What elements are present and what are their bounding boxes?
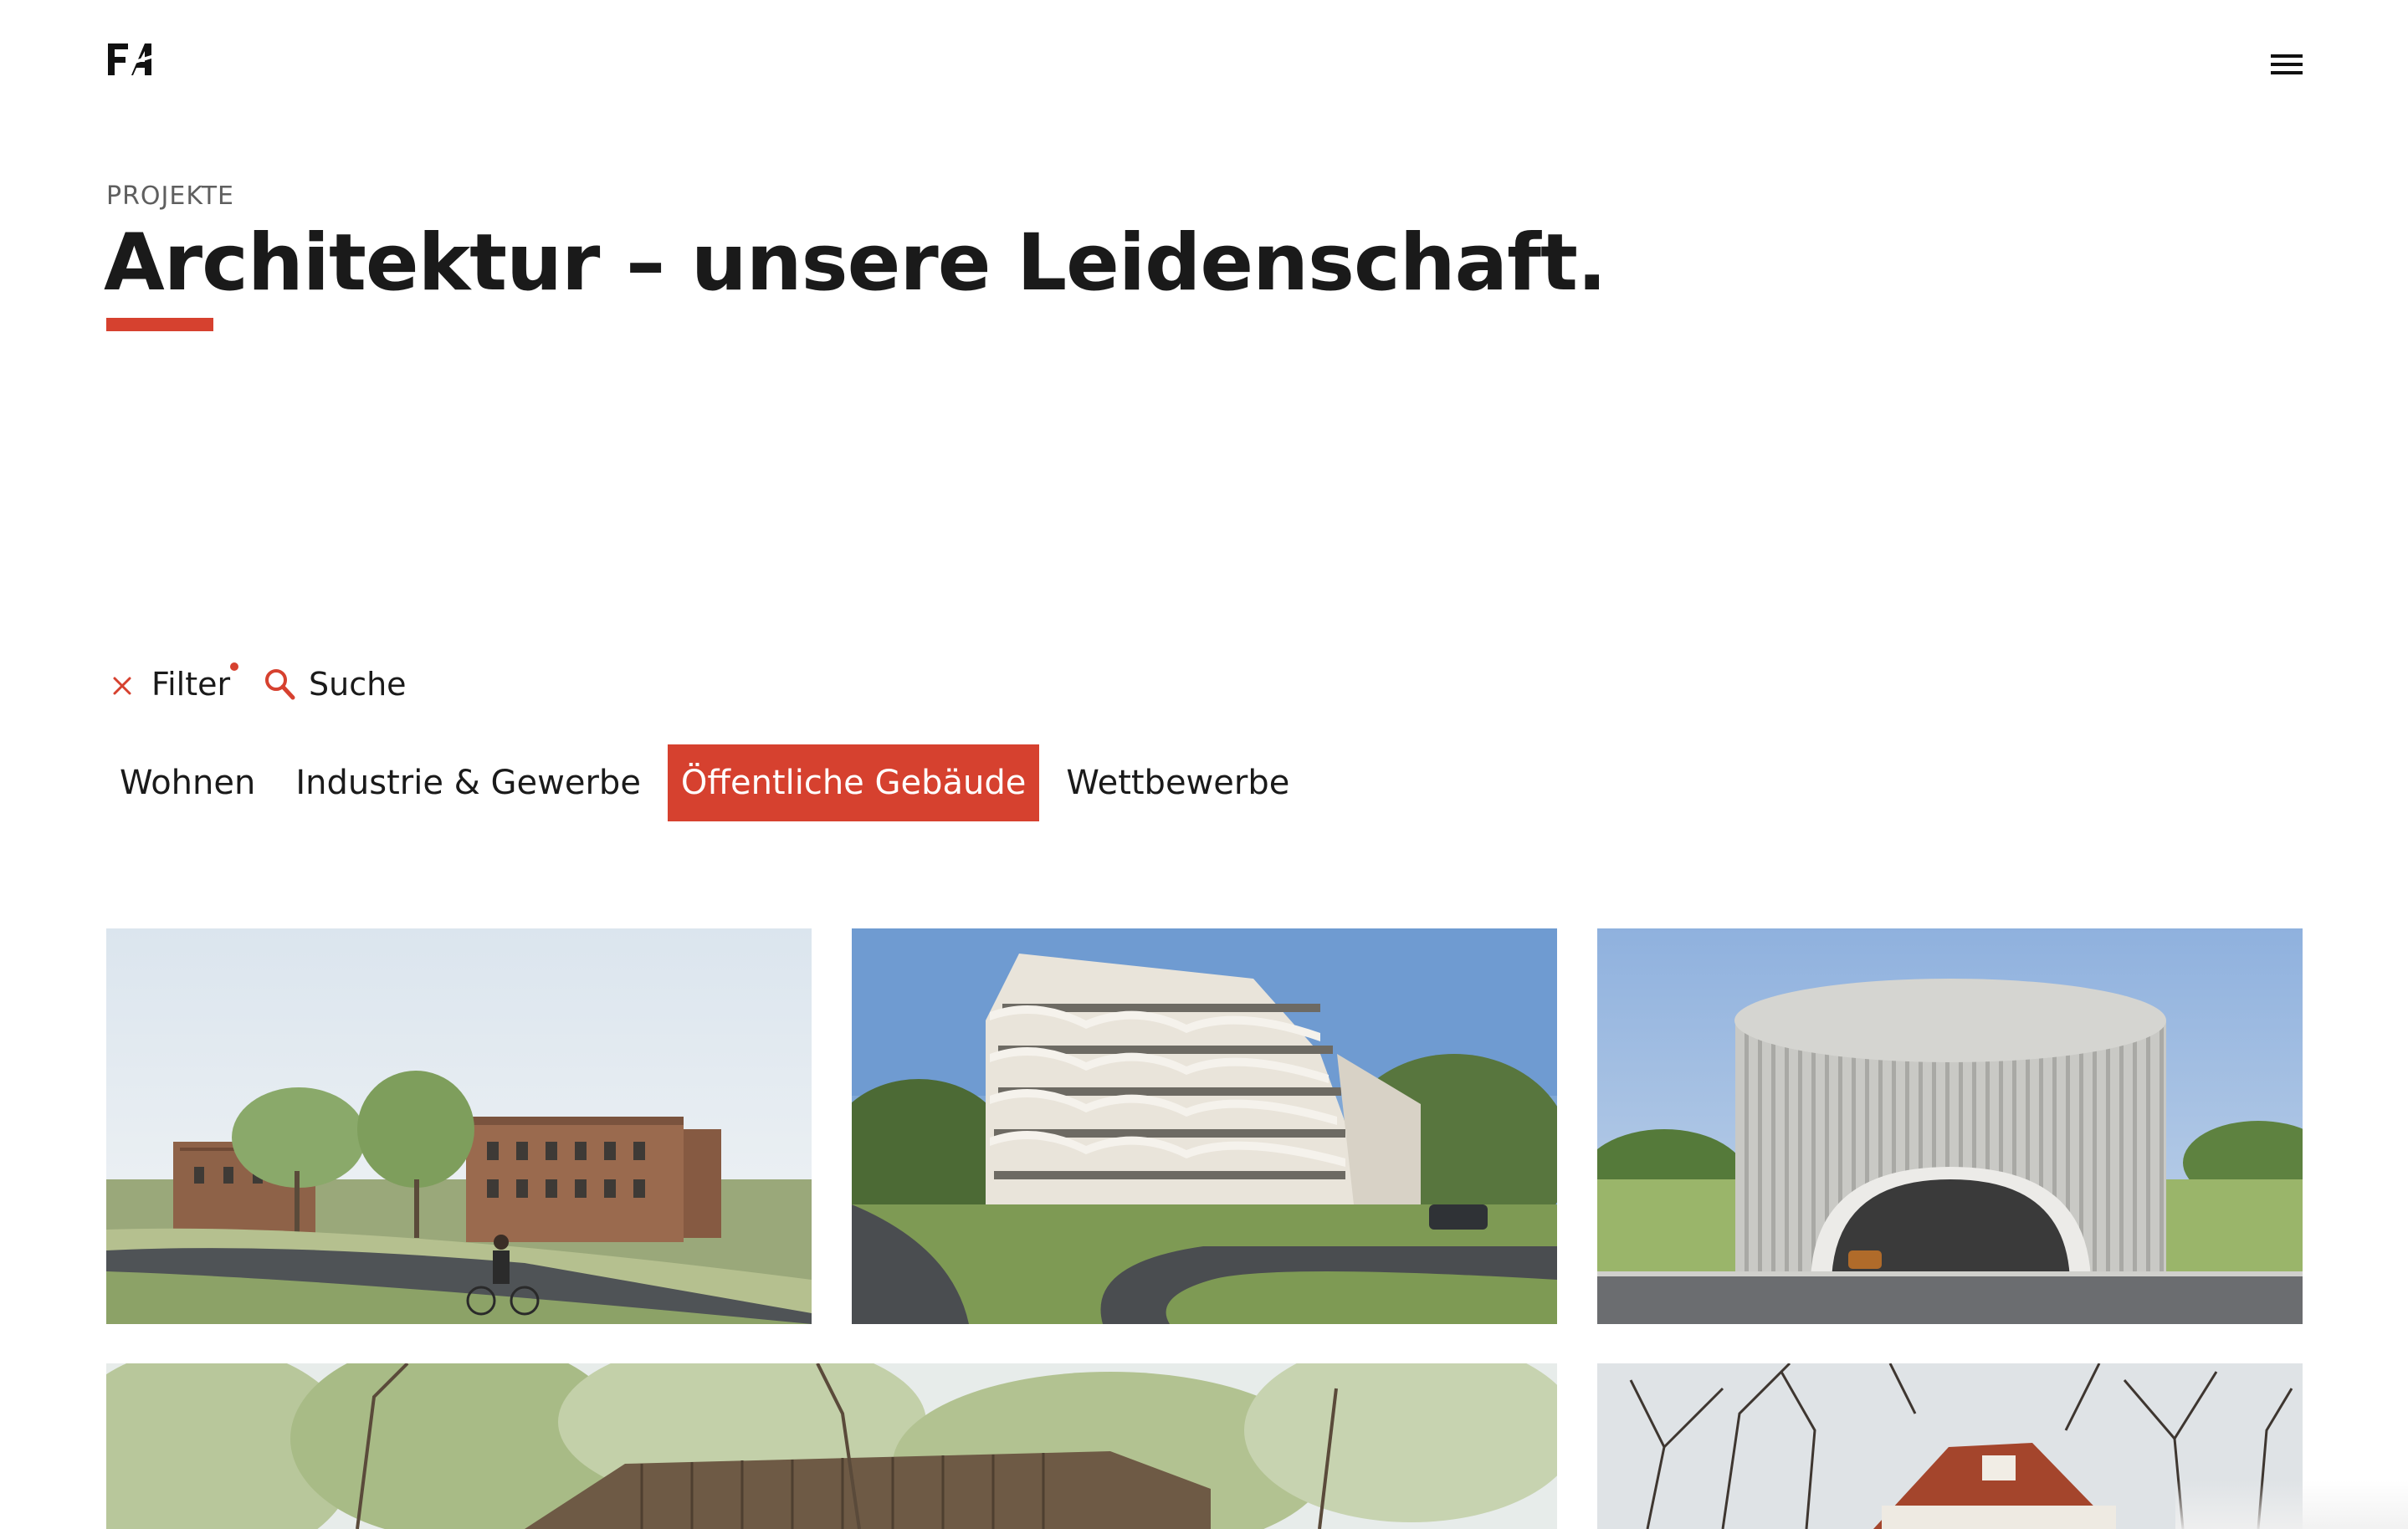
white-terraced-apartment-tower-photo — [852, 928, 1557, 1324]
tab-wettbewerbe[interactable]: Wettbewerbe — [1053, 744, 1303, 821]
search-label: Suche — [309, 666, 407, 703]
project-tile[interactable] — [1597, 1363, 2303, 1529]
fa-logo-icon[interactable] — [106, 42, 158, 77]
round-parking-garage-photo — [1597, 928, 2303, 1324]
search-button[interactable]: Suche — [264, 661, 407, 708]
project-tile[interactable] — [852, 928, 1557, 1324]
brick-apartment-block-cyclist-photo — [106, 928, 812, 1324]
title-underline — [106, 318, 213, 331]
project-tile[interactable] — [106, 928, 812, 1324]
filter-label: Filter — [151, 666, 231, 703]
section-eyebrow: PROJEKTE — [106, 182, 234, 211]
hamburger-menu-icon[interactable] — [2269, 50, 2304, 79]
close-icon — [113, 677, 131, 695]
tab-industrie-gewerbe[interactable]: Industrie & Gewerbe — [282, 744, 654, 821]
project-tile[interactable] — [1597, 928, 2303, 1324]
project-tile[interactable] — [106, 1363, 1557, 1529]
timber-hall-among-trees-photo — [106, 1363, 1557, 1529]
tab-wohnen[interactable]: Wohnen — [106, 744, 269, 821]
page-title: Architektur – unsere Leidenschaft. — [104, 217, 1607, 309]
red-roof-house-bare-trees-photo — [1597, 1363, 2303, 1529]
tab-oeffentliche-gebaeude[interactable]: Öffentliche Gebäude — [667, 744, 1040, 821]
search-icon — [265, 669, 295, 700]
filter-button[interactable]: Filter — [106, 661, 230, 708]
filter-active-indicator — [230, 662, 238, 671]
category-tabs: Wohnen Industrie & Gewerbe Öffentliche G… — [106, 744, 1316, 821]
site-header — [0, 0, 2408, 134]
